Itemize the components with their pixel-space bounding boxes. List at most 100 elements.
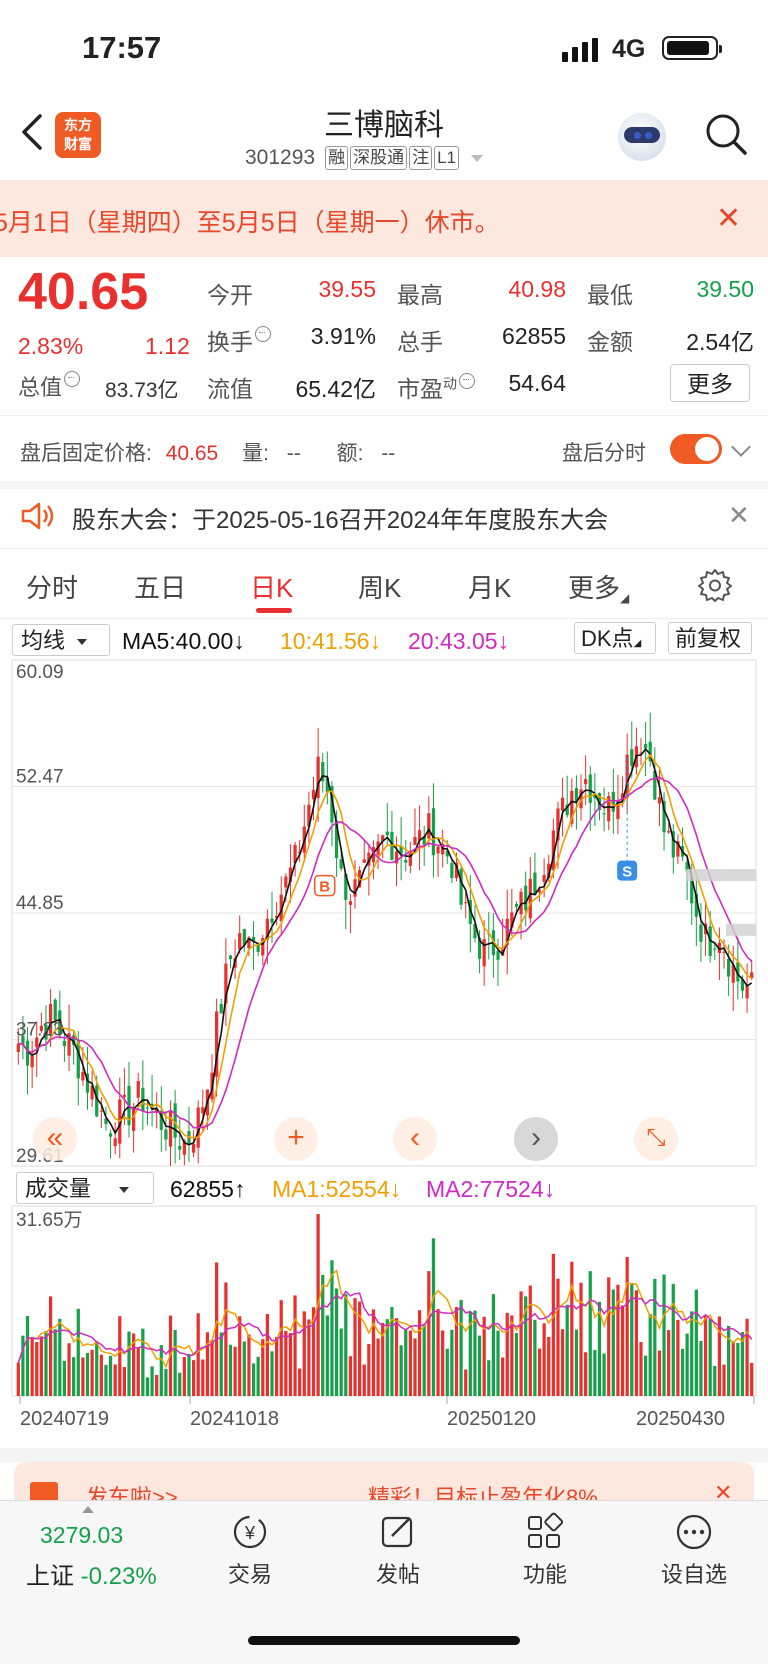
volume-bar (25, 1315, 30, 1396)
volume-bar (556, 1278, 560, 1396)
tab-more[interactable]: 更多◢ (568, 568, 629, 605)
index-value[interactable]: 3279.03 (40, 1522, 123, 1549)
status-bar: 17:57 4G (0, 0, 768, 100)
candle-body (362, 859, 366, 863)
more-quote-button[interactable]: 更多 (670, 364, 750, 402)
promo-icon (30, 1482, 58, 1502)
shareholder-meeting-text[interactable]: 股东大会：于2025-05-16召开2024年年度股东大会 (72, 500, 608, 535)
volume-bar (242, 1341, 246, 1396)
info-icon[interactable] (64, 371, 81, 387)
nav-post[interactable]: 发帖 (348, 1512, 448, 1589)
promo-banner[interactable]: 发车啦>> 精彩！目标止盈年化8% ✕ (14, 1462, 754, 1502)
expand-up-icon[interactable] (82, 1506, 94, 1513)
candle-body (450, 863, 454, 879)
dropdown-arrow-icon (119, 1187, 130, 1194)
moving-average-lines (18, 747, 753, 1146)
volume-bar (72, 1357, 76, 1396)
volume-bar (104, 1364, 108, 1396)
info-icon[interactable] (255, 326, 271, 342)
candle-body (713, 948, 717, 950)
kline-chart[interactable]: 60.0952.4744.8537.2329.6131.65万 BS (0, 658, 768, 1448)
amount-label: 金额 (587, 329, 633, 355)
promo-close-icon[interactable]: ✕ (714, 1480, 732, 1502)
volume-bar (547, 1336, 551, 1396)
market-cap-label-text: 总值 (18, 375, 63, 400)
volume-bar (667, 1330, 671, 1396)
market-cap-value: 83.73亿 (105, 379, 179, 402)
notice-close-icon[interactable]: ✕ (716, 204, 741, 234)
volume-bar (191, 1360, 196, 1396)
candlesticks (16, 712, 754, 1166)
corner-triangle-icon: ◢ (620, 591, 630, 605)
volume-bar (625, 1257, 629, 1396)
volume-bar (643, 1355, 648, 1396)
volume-bar (491, 1294, 496, 1396)
fullscreen-icon[interactable]: ⤡ (634, 1117, 678, 1161)
tab-five-day[interactable]: 五日 (134, 568, 186, 605)
candle-body (436, 846, 440, 854)
pe-dynamic-sup: 动 (443, 375, 457, 392)
volume-bar (394, 1318, 399, 1396)
volume-bar (657, 1350, 662, 1396)
more-dots-icon (676, 1514, 712, 1550)
back-icon[interactable] (18, 112, 46, 152)
volume-bar (224, 1282, 228, 1396)
chevron-down-icon[interactable] (731, 437, 751, 457)
nav-post-label: 发帖 (375, 1562, 420, 1587)
nav-functions[interactable]: 功能 (495, 1512, 595, 1589)
candle-body (178, 1145, 182, 1150)
candle-body (256, 944, 260, 952)
scroll-left-icon[interactable]: ‹ (393, 1117, 437, 1161)
adjust-select[interactable]: 前复权 (668, 622, 752, 654)
stock-code-row[interactable]: 301293 融 深股通 注 L1 (245, 146, 483, 170)
dk-point-select[interactable]: DK点◢ (574, 622, 656, 654)
after-hours-toggle[interactable] (670, 434, 722, 464)
after-hours-intraday-label: 盘后分时 (562, 442, 646, 465)
candle-body (643, 743, 648, 749)
volume-bar (334, 1288, 339, 1396)
pe-label-text: 市盈 (397, 376, 443, 402)
info-icon[interactable] (459, 373, 475, 389)
tab-weekly-k[interactable]: 周K (358, 568, 401, 605)
tab-monthly-k[interactable]: 月K (468, 568, 511, 605)
indicator-select[interactable]: 均线 (12, 624, 110, 656)
volume-bar (256, 1356, 260, 1396)
rewind-icon[interactable]: « (33, 1117, 77, 1161)
search-icon[interactable] (704, 112, 748, 156)
volume-bar (731, 1341, 735, 1396)
tab-daily-k[interactable]: 日K (250, 568, 293, 605)
candle-body (270, 918, 274, 923)
volume-bar (574, 1329, 579, 1396)
volume-bar (321, 1274, 325, 1396)
volume-readout: 62855↑ (170, 1176, 246, 1202)
volume-indicator-select[interactable]: 成交量 (16, 1172, 154, 1204)
volume-bar (750, 1362, 754, 1396)
volume-bar (685, 1333, 689, 1396)
tab-intraday[interactable]: 分时 (26, 568, 78, 605)
volume-bar (565, 1304, 569, 1396)
meeting-close-icon[interactable]: ✕ (728, 500, 750, 531)
volume-bar (713, 1365, 717, 1396)
nav-trade[interactable]: ¥ 交易 (200, 1512, 300, 1589)
volume-bar (708, 1318, 712, 1396)
zoom-in-icon[interactable]: + (274, 1117, 318, 1161)
app-logo[interactable]: 东方 财富 (55, 112, 101, 158)
scroll-right-icon[interactable]: › (514, 1117, 558, 1161)
volume-bar (588, 1271, 592, 1396)
volume-bar (736, 1342, 740, 1396)
volume-ma2-readout: MA2:77524↓ (426, 1176, 556, 1202)
nav-watchlist[interactable]: 设自选 (644, 1512, 744, 1589)
volume-bar (67, 1343, 71, 1396)
candle-body (132, 1106, 136, 1131)
candle-body (413, 836, 417, 845)
volume-bar (16, 1362, 20, 1396)
market-cap-label: 总值 (18, 370, 81, 402)
gear-icon[interactable] (698, 568, 732, 602)
assistant-robot-icon[interactable] (618, 113, 666, 161)
volume-select-value: 成交量 (25, 1176, 92, 1201)
candle-body (464, 902, 468, 904)
promo-left-text: 发车啦>> (86, 1485, 178, 1502)
volume-bar (404, 1329, 408, 1396)
candle-body (533, 872, 537, 895)
index-change[interactable]: 上证 -0.23% (26, 1556, 157, 1591)
